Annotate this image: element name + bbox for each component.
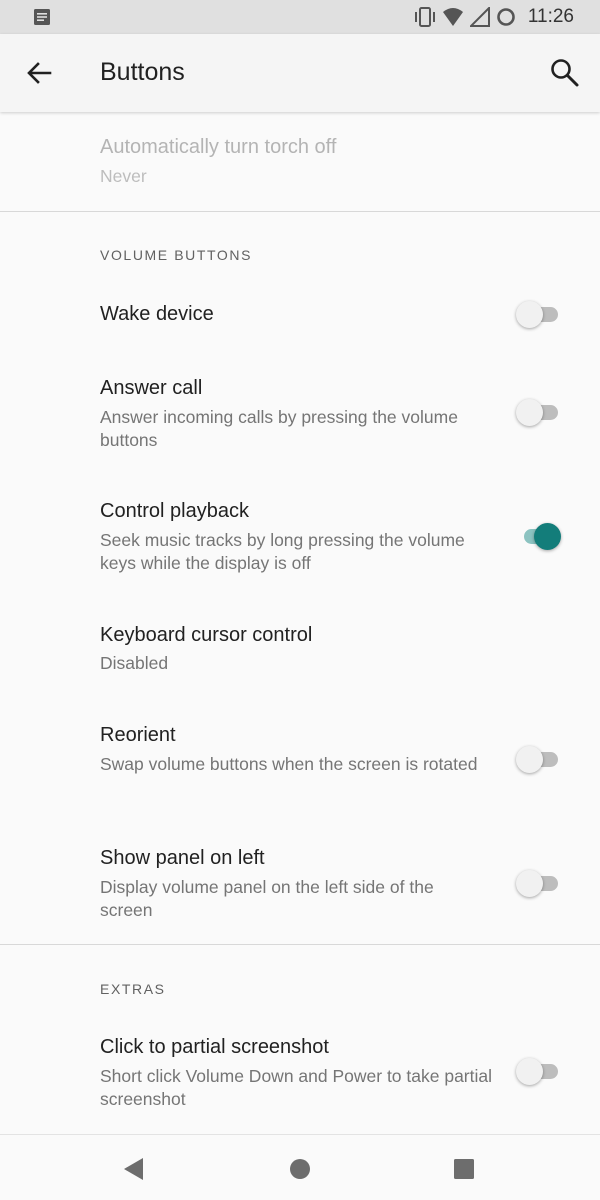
control-playback-summary: Seek music tracks by long pressing the v… xyxy=(100,530,465,573)
panel-left-switch[interactable] xyxy=(516,868,562,898)
app-bar: Buttons xyxy=(0,34,600,112)
wifi-icon xyxy=(442,8,463,26)
reorient-switch[interactable] xyxy=(516,744,562,774)
control-playback-preference[interactable]: Control playback Seek music tracks by lo… xyxy=(0,489,600,589)
control-playback-title: Control playback xyxy=(100,500,249,522)
page-title: Buttons xyxy=(100,58,185,86)
wake-device-preference[interactable]: Wake device xyxy=(0,280,600,350)
keyboard-cursor-preference[interactable]: Keyboard cursor control Disabled xyxy=(0,612,600,692)
answer-call-title: Answer call xyxy=(100,377,203,399)
divider xyxy=(0,211,600,212)
notification-icon xyxy=(34,9,50,25)
recents-square-icon[interactable] xyxy=(451,1156,477,1182)
reorient-summary: Swap volume buttons when the screen is r… xyxy=(100,754,478,774)
wake-device-switch[interactable] xyxy=(516,299,562,329)
category-volume-buttons: VOLUME BUTTONS xyxy=(100,247,253,263)
keyboard-cursor-title: Keyboard cursor control xyxy=(100,624,313,646)
status-bar: 11:26 xyxy=(0,0,600,34)
arrow-left-icon[interactable] xyxy=(22,56,56,90)
answer-call-preference[interactable]: Answer call Answer incoming calls by pre… xyxy=(0,366,600,466)
status-time: 11:26 xyxy=(527,6,574,27)
home-circle-icon[interactable] xyxy=(287,1156,313,1182)
back-triangle-icon[interactable] xyxy=(121,1156,147,1182)
divider xyxy=(0,944,600,945)
partial-screenshot-preference[interactable]: Click to partial screenshot Short click … xyxy=(0,1025,600,1125)
torch-off-summary: Never xyxy=(100,166,147,186)
partial-screenshot-title: Click to partial screenshot xyxy=(100,1036,329,1058)
panel-left-summary: Display volume panel on the left side of… xyxy=(100,877,434,920)
control-playback-switch[interactable] xyxy=(516,521,562,551)
reorient-title: Reorient xyxy=(100,724,176,746)
torch-off-title: Automatically turn torch off xyxy=(100,136,337,158)
partial-screenshot-summary: Short click Volume Down and Power to tak… xyxy=(100,1066,492,1109)
panel-left-title: Show panel on left xyxy=(100,847,265,869)
search-icon[interactable] xyxy=(548,56,582,90)
torch-off-preference[interactable]: Automatically turn torch off Never xyxy=(0,112,600,210)
vibrate-icon xyxy=(414,7,435,27)
answer-call-switch[interactable] xyxy=(516,397,562,427)
wake-device-title: Wake device xyxy=(100,303,214,325)
signal-icon xyxy=(469,7,490,27)
category-extras: EXTRAS xyxy=(100,981,166,997)
navigation-bar xyxy=(0,1134,600,1200)
reorient-preference[interactable]: Reorient Swap volume buttons when the sc… xyxy=(0,713,600,813)
partial-screenshot-switch[interactable] xyxy=(516,1056,562,1086)
answer-call-summary: Answer incoming calls by pressing the vo… xyxy=(100,407,458,450)
data-saver-icon xyxy=(497,8,515,26)
keyboard-cursor-summary: Disabled xyxy=(100,653,169,673)
panel-left-preference[interactable]: Show panel on left Display volume panel … xyxy=(0,836,600,936)
